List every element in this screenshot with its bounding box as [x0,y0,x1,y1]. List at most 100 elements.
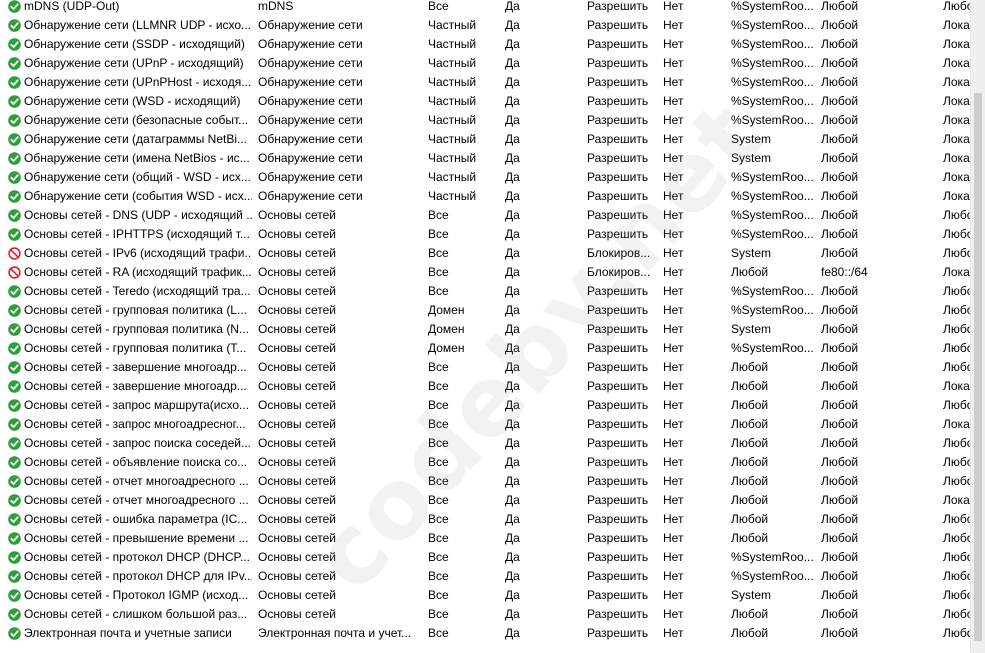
rule-remote-address: Любо [943,455,970,469]
table-row[interactable]: Основы сетей - групповая политика (T... О… [0,339,970,358]
scrollbar-thumb[interactable] [974,93,982,641]
table-row[interactable]: Обнаружение сети (безопасные событ... Обн… [0,111,970,130]
rule-local-address: Любой [821,607,859,621]
check-circle-icon [8,38,21,51]
rule-name: Основы сетей - завершение многоадр... [24,360,247,374]
table-row[interactable]: Основы сетей - Протокол IGMP (исход... Ос… [0,586,970,605]
rule-name: Основы сетей - запрос маршрута(исхо... [24,398,250,412]
rule-program: %SystemRoo... [731,208,813,222]
table-row[interactable]: Основы сетей - отчет многоадресного ... О… [0,472,970,491]
rule-group: Основы сетей [258,607,336,621]
rule-profile: Домен [428,341,465,355]
table-row[interactable]: Обнаружение сети (общий - WSD - исх... Об… [0,168,970,187]
rule-action: Разрешить [587,455,649,469]
rule-local-address: Любой [821,512,859,526]
rule-remote-address: Локал [943,94,970,108]
rule-override: Нет [663,246,684,260]
rule-remote-address: Любо [943,607,970,621]
table-row[interactable]: Основы сетей - превышение времени ... Осн… [0,529,970,548]
rule-group: Обнаружение сети [258,132,363,146]
table-row[interactable]: Основы сетей - DNS (UDP - исходящий ... О… [0,206,970,225]
rule-override: Нет [663,512,684,526]
table-row[interactable]: Обнаружение сети (UPnPHost - исходя... Об… [0,73,970,92]
outbound-rules-list[interactable]: mDNS (UDP-Out) mDNS Все Да Разрешить Нет %Syst… [0,0,970,653]
table-row[interactable]: Обнаружение сети (WSD - исходящий) Обнару… [0,92,970,111]
table-row[interactable]: Основы сетей - Teredo (исходящий тра... О… [0,282,970,301]
rule-enabled: Да [505,417,520,431]
table-row[interactable]: Основы сетей - IPv6 (исходящий трафи... О… [0,244,970,263]
table-row[interactable]: mDNS (UDP-Out) mDNS Все Да Разрешить Нет %Syst… [0,0,970,16]
table-row[interactable]: Основы сетей - IPHTTPS (исходящий т... Ос… [0,225,970,244]
table-row[interactable]: Обнаружение сети (имена NetBios - ис... О… [0,149,970,168]
table-row[interactable]: Основы сетей - RA (исходящий трафик... Ос… [0,263,970,282]
rule-group: Обнаружение сети [258,189,363,203]
rule-program: %SystemRoo... [731,94,813,108]
rule-enabled: Да [505,550,520,564]
rule-profile: Частный [428,132,477,146]
rule-enabled: Да [505,360,520,374]
check-circle-icon [8,76,21,89]
rule-action: Разрешить [587,227,649,241]
table-row[interactable]: Обнаружение сети (SSDP - исходящий) Обнар… [0,35,970,54]
check-circle-icon [8,513,21,526]
rule-action: Разрешить [587,132,649,146]
rule-action: Разрешить [587,208,649,222]
table-row[interactable]: Основы сетей - групповая политика (N... О… [0,320,970,339]
rule-group: Основы сетей [258,474,336,488]
rule-override: Нет [663,436,684,450]
table-row[interactable]: Основы сетей - ошибка параметра (IC... Ос… [0,510,970,529]
table-row[interactable]: Электронная почта и учетные записи Электр… [0,624,970,643]
rule-group: Основы сетей [258,569,336,583]
rule-action: Разрешить [587,398,649,412]
table-row[interactable]: Основы сетей - завершение многоадр... Осн… [0,358,970,377]
rule-action: Разрешить [587,607,649,621]
check-circle-icon [8,114,21,127]
rule-local-address: Любой [821,341,859,355]
rule-enabled: Да [505,436,520,450]
rule-name: Обнаружение сети (события WSD - исх... [24,189,252,203]
table-row[interactable]: Основы сетей - завершение многоадр... Осн… [0,377,970,396]
rule-program: %SystemRoo... [731,189,813,203]
rule-name: Обнаружение сети (имена NetBios - ис... [24,151,250,165]
rule-name: Основы сетей - отчет многоадресного ... [24,474,249,488]
rule-action: Разрешить [587,322,649,336]
check-circle-icon [8,228,21,241]
check-circle-icon [8,342,21,355]
rule-override: Нет [663,322,684,336]
rule-local-address: Любой [821,189,859,203]
table-row[interactable]: Основы сетей - объявление поиска со... Ос… [0,453,970,472]
rule-name: Обнаружение сети (UPnP - исходящий) [24,56,244,70]
table-row[interactable]: Основы сетей - запрос маршрута(исхо... Ос… [0,396,970,415]
table-row[interactable]: Основы сетей - групповая политика (L... О… [0,301,970,320]
table-row[interactable]: Обнаружение сети (датаграммы NetBi... Обн… [0,130,970,149]
rule-override: Нет [663,379,684,393]
table-row[interactable]: Основы сетей - запрос многоадресног... Ос… [0,415,970,434]
rule-name: Основы сетей - объявление поиска со... [24,455,248,469]
table-row[interactable]: Основы сетей - запрос поиска соседей... О… [0,434,970,453]
table-row[interactable]: Основы сетей - протокол DHCP для IPv... О… [0,567,970,586]
table-row[interactable]: Обнаружение сети (UPnP - исходящий) Обнар… [0,54,970,73]
rule-local-address: Любой [821,531,859,545]
rule-name: Обнаружение сети (UPnPHost - исходя... [24,75,252,89]
table-row[interactable]: Основы сетей - слишком большой раз... Осн… [0,605,970,624]
rule-local-address: Любой [821,227,859,241]
rule-program: System [731,151,772,165]
rule-remote-address: Любо [943,531,970,545]
vertical-scrollbar[interactable] [970,0,985,653]
rule-remote-address: Локал [943,18,970,32]
rule-remote-address: Любо [943,341,970,355]
rule-override: Нет [663,227,684,241]
table-row[interactable]: Обнаружение сети (LLMNR UDP - исхо... Обн… [0,16,970,35]
check-circle-icon [8,0,21,13]
rule-group: Обнаружение сети [258,18,363,32]
rule-action: Разрешить [587,417,649,431]
rule-action: Разрешить [587,626,649,640]
rule-local-address: Любой [821,360,859,374]
rule-override: Нет [663,303,684,317]
rule-profile: Все [428,569,449,583]
rule-name: Основы сетей - групповая политика (L... [24,303,247,317]
table-row[interactable]: Обнаружение сети (события WSD - исх... Об… [0,187,970,206]
rule-profile: Все [428,417,449,431]
table-row[interactable]: Основы сетей - отчет многоадресного ... О… [0,491,970,510]
table-row[interactable]: Основы сетей - протокол DHCP (DHCP... Осн… [0,548,970,567]
